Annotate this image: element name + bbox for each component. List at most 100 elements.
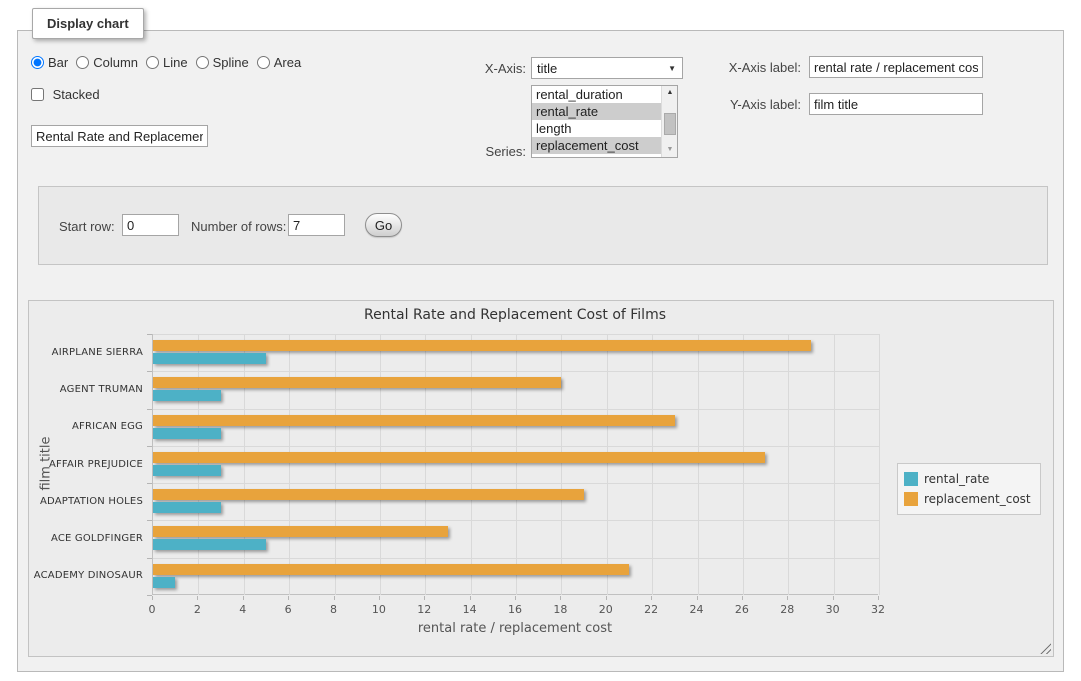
x-tick-mark xyxy=(379,596,380,600)
x-tick-mark xyxy=(833,596,834,600)
rental_rate-bar[interactable] xyxy=(153,428,221,439)
x-gridline xyxy=(561,334,562,595)
chart-title-input[interactable] xyxy=(31,125,208,147)
chart-type-option-area: Area xyxy=(257,55,301,70)
x-axis-label-input[interactable] xyxy=(809,56,983,78)
replacement_cost-bar[interactable] xyxy=(153,489,584,500)
x-axis-selected-value: title xyxy=(537,61,557,76)
replacement_cost-bar[interactable] xyxy=(153,340,811,351)
resize-grip-icon[interactable] xyxy=(1040,643,1051,654)
rental_rate-bar[interactable] xyxy=(153,577,175,588)
start-row-label: Start row: xyxy=(59,219,115,234)
category-label: AIRPLANE SIERRA xyxy=(29,347,143,358)
replacement_cost-bar[interactable] xyxy=(153,564,629,575)
legend-item-replacement_cost[interactable]: replacement_cost xyxy=(904,489,1031,509)
rental_rate-bar[interactable] xyxy=(153,353,266,364)
replacement_cost-bar[interactable] xyxy=(153,452,765,463)
rental_rate-bar[interactable] xyxy=(153,390,221,401)
x-tick-mark xyxy=(152,596,153,600)
x-tick-mark xyxy=(470,596,471,600)
x-gridline xyxy=(244,334,245,595)
x-tick-label: 8 xyxy=(314,603,354,616)
y-tick-mark xyxy=(147,371,152,372)
x-tick-label: 32 xyxy=(858,603,898,616)
x-tick-label: 12 xyxy=(404,603,444,616)
rental_rate-bar[interactable] xyxy=(153,502,221,513)
y-tick-mark xyxy=(147,520,152,521)
series-option-length[interactable]: length xyxy=(532,120,677,137)
chart-type-radio-area[interactable] xyxy=(257,56,270,69)
series-options: rental_durationrental_ratelengthreplacem… xyxy=(532,86,677,154)
x-tick-mark xyxy=(243,596,244,600)
x-gridline xyxy=(834,334,835,595)
rental_rate-bar[interactable] xyxy=(153,539,266,550)
y-tick-mark xyxy=(147,595,152,596)
category-label: AGENT TRUMAN xyxy=(29,384,143,395)
chart-type-radio-column[interactable] xyxy=(76,56,89,69)
chart-type-option-bar: Bar xyxy=(31,55,68,70)
rental_rate-bar[interactable] xyxy=(153,465,221,476)
y-gridline xyxy=(153,446,879,447)
category-label: AFRICAN EGG xyxy=(29,421,143,432)
x-tick-label: 18 xyxy=(540,603,580,616)
legend-label: rental_rate xyxy=(924,472,989,486)
x-tick-mark xyxy=(606,596,607,600)
category-label: ADAPTATION HOLES xyxy=(29,496,143,507)
y-tick-mark xyxy=(147,446,152,447)
x-gridline xyxy=(425,334,426,595)
replacement_cost-bar[interactable] xyxy=(153,377,561,388)
y-gridline xyxy=(153,409,879,410)
series-option-rental_rate[interactable]: rental_rate xyxy=(532,103,677,120)
x-tick-mark xyxy=(651,596,652,600)
chart-type-radio-bar[interactable] xyxy=(31,56,44,69)
x-gridline xyxy=(788,334,789,595)
x-tick-label: 16 xyxy=(495,603,535,616)
x-tick-mark xyxy=(334,596,335,600)
stacked-checkbox[interactable] xyxy=(31,88,44,101)
x-gridline xyxy=(380,334,381,595)
chart-legend: rental_rate replacement_cost xyxy=(897,463,1041,515)
number-of-rows-input[interactable] xyxy=(288,214,345,236)
scrollbar-thumb[interactable] xyxy=(664,113,676,135)
x-tick-mark xyxy=(742,596,743,600)
replacement_cost-bar[interactable] xyxy=(153,415,675,426)
x-tick-mark xyxy=(787,596,788,600)
chart-type-label: Area xyxy=(274,55,301,70)
x-gridline xyxy=(652,334,653,595)
x-gridline xyxy=(607,334,608,595)
x-tick-mark xyxy=(515,596,516,600)
go-button[interactable]: Go xyxy=(365,213,402,237)
chart-type-option-line: Line xyxy=(146,55,188,70)
x-axis-select[interactable]: title ▼ xyxy=(531,57,683,79)
x-axis-label-field-label: X-Axis label: xyxy=(713,60,801,75)
listbox-scrollbar[interactable]: ▲ ▼ xyxy=(661,86,677,157)
chart-type-radio-group: BarColumnLineSplineArea xyxy=(31,55,309,70)
replacement_cost-bar[interactable] xyxy=(153,526,448,537)
x-tick-label: 4 xyxy=(223,603,263,616)
stacked-row: Stacked xyxy=(31,87,100,102)
series-option-replacement_cost[interactable]: replacement_cost xyxy=(532,137,677,154)
x-tick-mark xyxy=(288,596,289,600)
scroll-up-arrow-icon[interactable]: ▲ xyxy=(662,86,678,100)
x-tick-label: 6 xyxy=(268,603,308,616)
legend-item-rental_rate[interactable]: rental_rate xyxy=(904,469,1031,489)
start-row-input[interactable] xyxy=(122,214,179,236)
chart-type-label: Column xyxy=(93,55,138,70)
dropdown-arrow-icon: ▼ xyxy=(668,64,676,73)
series-option-rental_duration[interactable]: rental_duration xyxy=(532,86,677,103)
legend-swatch-rental_rate xyxy=(904,472,918,486)
plot-area xyxy=(152,334,878,595)
y-axis-label-input[interactable] xyxy=(809,93,983,115)
display-chart-fieldset: Display chart BarColumnLineSplineArea St… xyxy=(17,30,1064,672)
x-gridline xyxy=(698,334,699,595)
x-tick-label: 28 xyxy=(767,603,807,616)
scroll-down-arrow-icon[interactable]: ▼ xyxy=(662,143,678,157)
x-tick-mark xyxy=(424,596,425,600)
chart-type-radio-spline[interactable] xyxy=(196,56,209,69)
row-range-panel: Start row: Number of rows: Go xyxy=(38,186,1048,265)
chart-type-radio-line[interactable] xyxy=(146,56,159,69)
y-gridline xyxy=(153,558,879,559)
x-tick-label: 26 xyxy=(722,603,762,616)
y-gridline xyxy=(153,371,879,372)
series-listbox[interactable]: rental_durationrental_ratelengthreplacem… xyxy=(531,85,678,158)
